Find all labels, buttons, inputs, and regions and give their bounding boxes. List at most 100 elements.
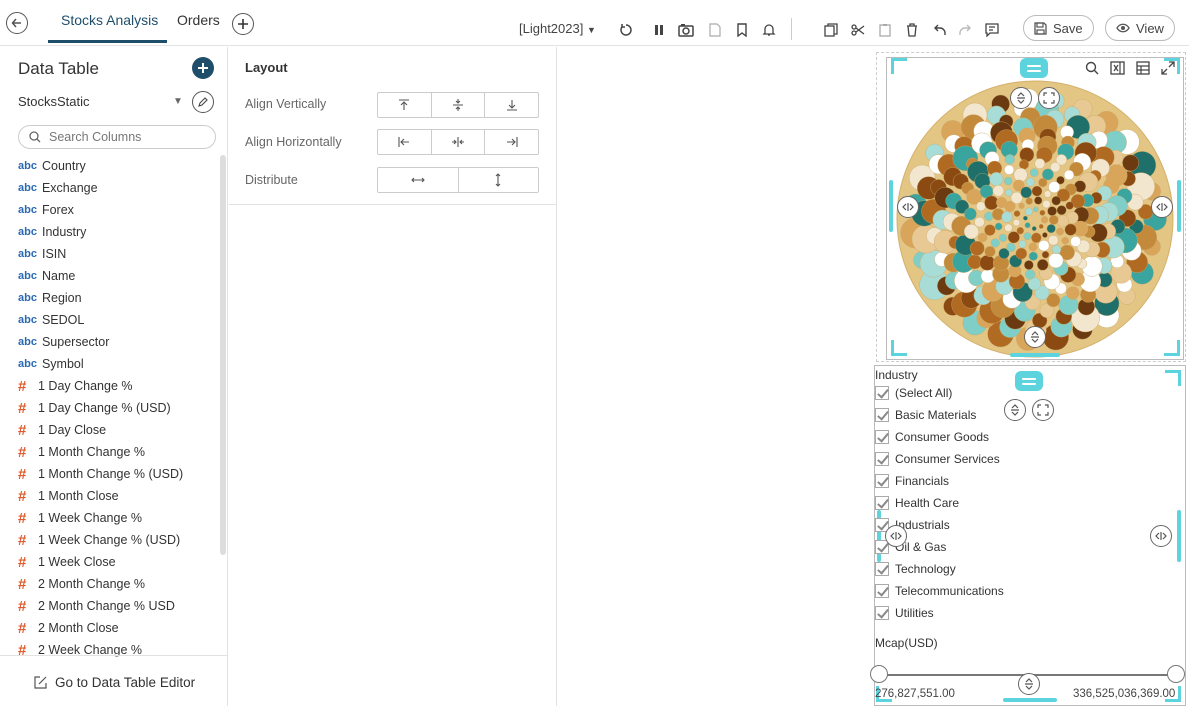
column-item[interactable]: #1 Day Change % (USD)	[18, 397, 171, 419]
bubble[interactable]	[1001, 211, 1013, 223]
filter-item[interactable]: Consumer Services	[875, 448, 1000, 470]
chevron-down-icon[interactable]: ▼	[173, 96, 183, 107]
column-item[interactable]: #1 Month Change % (USD)	[18, 463, 183, 485]
bell-icon[interactable]	[760, 21, 778, 39]
bubble[interactable]	[1048, 234, 1059, 246]
column-item[interactable]: #2 Month Change %	[18, 573, 145, 595]
horizontal-size-icon[interactable]	[897, 196, 919, 218]
bubble[interactable]	[1042, 232, 1048, 238]
bubble[interactable]	[969, 240, 985, 256]
bubble[interactable]	[1056, 205, 1067, 216]
bubble[interactable]	[1066, 286, 1080, 300]
bubble[interactable]	[984, 246, 996, 258]
fit-icon[interactable]	[1038, 87, 1060, 109]
column-item[interactable]: #1 Day Change %	[18, 375, 133, 397]
bubble[interactable]	[1012, 219, 1021, 227]
horizontal-size-icon[interactable]	[1150, 525, 1172, 547]
bubble[interactable]	[1005, 188, 1013, 197]
vertical-size-icon[interactable]	[1004, 399, 1026, 421]
column-item[interactable]: #1 Month Close	[18, 485, 119, 507]
refresh-icon[interactable]	[617, 21, 635, 39]
filter-item[interactable]: Basic Materials	[875, 404, 976, 426]
column-item[interactable]: #2 Week Change %	[18, 639, 142, 661]
bubble[interactable]	[992, 184, 1005, 197]
delete-icon[interactable]	[903, 21, 921, 39]
resize-handle-bottom[interactable]	[1003, 698, 1057, 702]
copy-icon[interactable]	[822, 21, 840, 39]
bubble[interactable]	[1029, 168, 1039, 177]
checkbox[interactable]	[875, 408, 889, 422]
align-middle-button[interactable]	[432, 93, 486, 117]
bubble[interactable]	[1065, 201, 1074, 210]
checkbox[interactable]	[875, 452, 889, 466]
align-bottom-button[interactable]	[485, 93, 538, 117]
column-item[interactable]: #1 Day Close	[18, 419, 106, 441]
bubble[interactable]	[1070, 236, 1082, 247]
bubble[interactable]	[1016, 226, 1025, 235]
distribute-vertical-button[interactable]	[459, 168, 539, 192]
pause-icon[interactable]	[650, 21, 668, 39]
resize-handle-bottom[interactable]	[1010, 353, 1060, 357]
bubble[interactable]	[1048, 181, 1061, 194]
bubble[interactable]	[1061, 236, 1069, 245]
align-top-button[interactable]	[378, 93, 432, 117]
bubble[interactable]	[1013, 210, 1021, 217]
bubble[interactable]	[998, 233, 1007, 242]
bubble[interactable]	[1042, 199, 1051, 209]
bubble[interactable]	[1004, 200, 1016, 212]
column-item[interactable]: abc Symbol	[18, 353, 84, 375]
bubble[interactable]	[1025, 197, 1033, 205]
column-item[interactable]: abc Country	[18, 155, 86, 177]
bubble[interactable]	[1063, 169, 1075, 181]
align-right-button[interactable]	[485, 130, 538, 154]
bubble[interactable]	[1003, 176, 1013, 186]
edit-source-button[interactable]	[192, 91, 214, 113]
column-item[interactable]: abc Forex	[18, 199, 74, 221]
checkbox[interactable]	[875, 496, 889, 510]
column-list-scrollbar[interactable]	[220, 155, 226, 555]
checkbox[interactable]	[875, 562, 889, 576]
bubble[interactable]	[1018, 239, 1027, 249]
bubble[interactable]	[1025, 177, 1035, 187]
bubble[interactable]	[1006, 242, 1016, 252]
bubble[interactable]	[1023, 232, 1032, 241]
bubble[interactable]	[1024, 222, 1031, 229]
filter-item[interactable]: Telecommunications	[875, 580, 1004, 602]
horizontal-size-icon[interactable]	[1151, 196, 1173, 218]
comment-icon[interactable]	[983, 21, 1001, 39]
column-item[interactable]: #1 Month Change %	[18, 441, 145, 463]
bubble[interactable]	[1047, 206, 1057, 216]
paste-icon[interactable]	[876, 21, 894, 39]
filter-item[interactable]: Technology	[875, 558, 956, 580]
distribute-horizontal-button[interactable]	[378, 168, 459, 192]
column-item[interactable]: #2 Month Change % USD	[18, 595, 175, 617]
drag-grip[interactable]	[1015, 371, 1043, 391]
bubble[interactable]	[1051, 244, 1062, 255]
bubble[interactable]	[976, 201, 986, 212]
bubble[interactable]	[964, 207, 977, 221]
tab-stocks-analysis[interactable]: Stocks Analysis	[61, 12, 158, 28]
resize-corner-bottom-right[interactable]	[1164, 340, 1180, 356]
bubble[interactable]	[1024, 207, 1033, 216]
vertical-size-icon[interactable]	[1018, 673, 1040, 695]
bubble[interactable]	[974, 216, 985, 228]
search-icon[interactable]	[1085, 61, 1099, 75]
align-left-button[interactable]	[378, 130, 432, 154]
column-item[interactable]: abc Region	[18, 287, 82, 309]
maximize-icon[interactable]	[1161, 61, 1175, 75]
bubble[interactable]	[1004, 154, 1015, 165]
bubble[interactable]	[1018, 159, 1029, 170]
checkbox[interactable]	[875, 474, 889, 488]
cut-icon[interactable]	[849, 21, 867, 39]
checkbox[interactable]	[875, 430, 889, 444]
bubble[interactable]	[1041, 250, 1050, 259]
bubble[interactable]	[1056, 227, 1064, 236]
bubble[interactable]	[1018, 202, 1025, 209]
tab-orders[interactable]: Orders	[177, 12, 220, 28]
bubble[interactable]	[1004, 223, 1013, 232]
bubble[interactable]	[1048, 252, 1064, 269]
bubble[interactable]	[1013, 167, 1028, 182]
save-button[interactable]: Save	[1023, 15, 1094, 41]
column-item[interactable]: abc Name	[18, 265, 75, 287]
range-slider-min-handle[interactable]	[870, 665, 888, 683]
